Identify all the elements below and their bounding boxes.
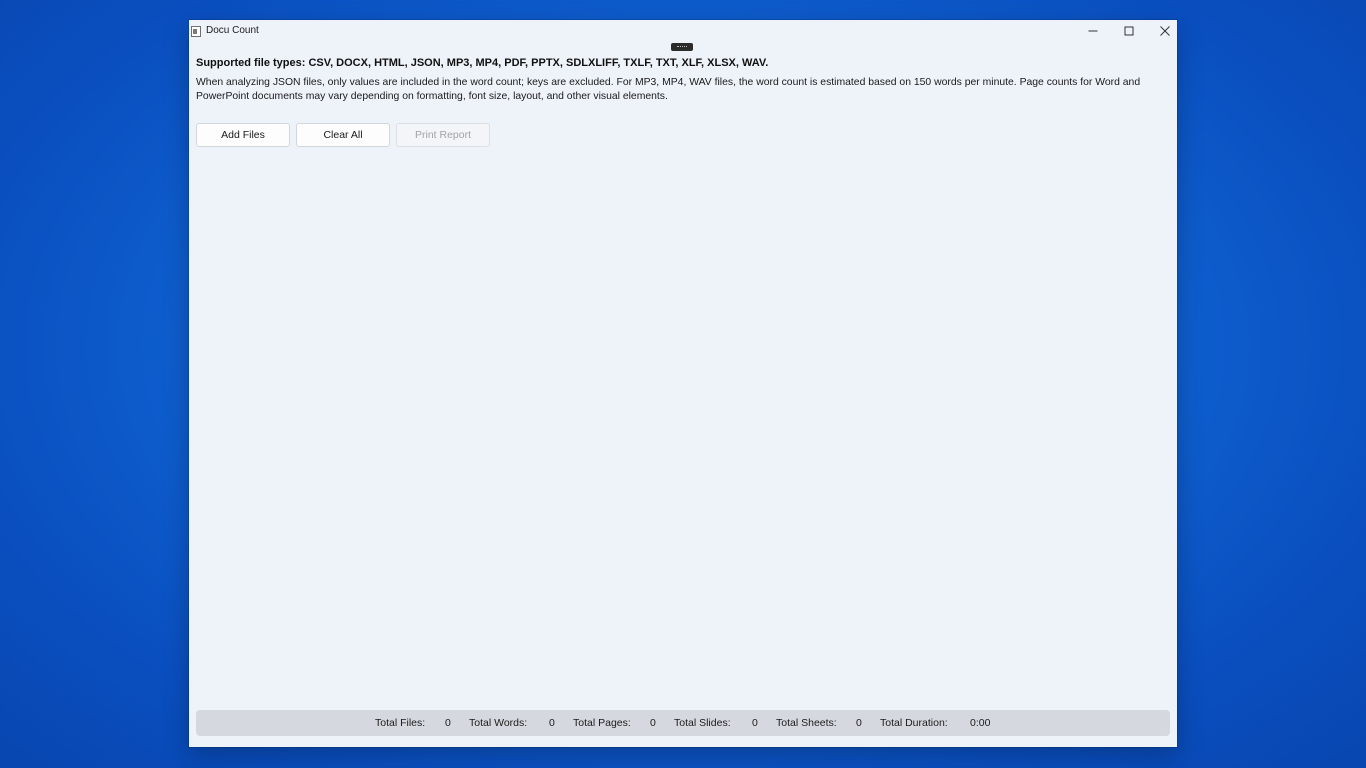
maximize-button[interactable] (1111, 20, 1147, 42)
total-files-label: Total Files: (375, 717, 426, 729)
title-bar[interactable]: Docu Count (189, 20, 1177, 42)
status-bar: Total Files: 0 Total Words: 0 Total Page… (196, 710, 1170, 736)
minimize-button[interactable] (1075, 20, 1111, 42)
total-words-value: 0 (549, 717, 555, 729)
total-words-label: Total Words: (469, 717, 528, 729)
total-sheets-value: 0 (856, 717, 862, 729)
print-report-button[interactable]: Print Report (396, 123, 490, 147)
total-files-value: 0 (445, 717, 451, 729)
maximize-icon (1124, 26, 1134, 36)
supported-file-types: Supported file types: CSV, DOCX, HTML, J… (196, 57, 769, 69)
add-files-button[interactable]: Add Files (196, 123, 290, 147)
window-title: Docu Count (206, 25, 259, 36)
total-duration-label: Total Duration: (880, 717, 948, 729)
close-button[interactable] (1147, 20, 1183, 42)
total-sheets-label: Total Sheets: (776, 717, 837, 729)
clear-all-button[interactable]: Clear All (296, 123, 390, 147)
app-window: Docu Count Supported file types: CSV, DO… (189, 20, 1177, 747)
total-pages-value: 0 (650, 717, 656, 729)
document-icon (191, 26, 201, 37)
total-pages-label: Total Pages: (573, 717, 631, 729)
total-duration-value: 0:00 (970, 717, 991, 729)
minimize-icon (1088, 30, 1098, 32)
total-slides-label: Total Slides: (674, 717, 731, 729)
analysis-description: When analyzing JSON files, only values a… (196, 77, 1141, 102)
drag-handle[interactable] (671, 43, 693, 51)
total-slides-value: 0 (752, 717, 758, 729)
close-icon (1160, 26, 1170, 36)
